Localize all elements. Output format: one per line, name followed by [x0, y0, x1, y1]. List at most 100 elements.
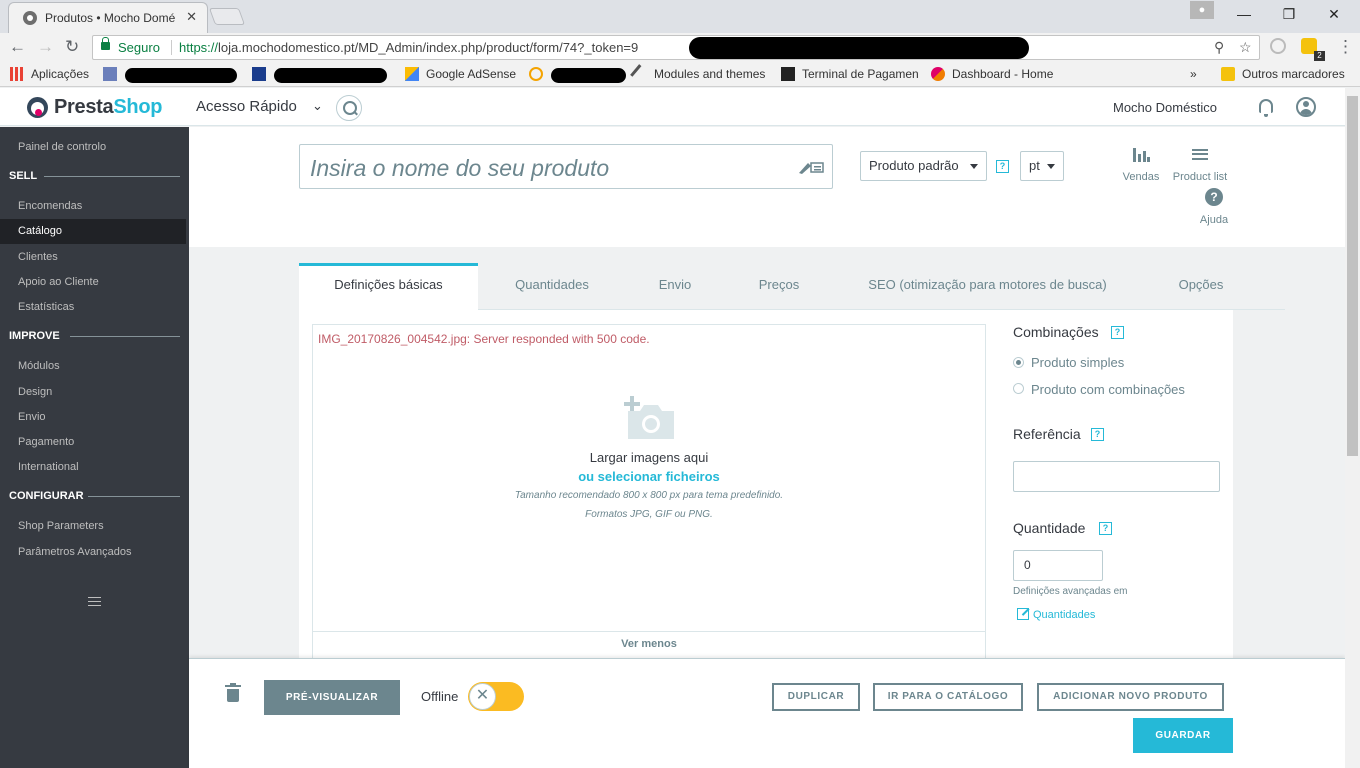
bookmark-search-console[interactable]: [103, 67, 124, 81]
save-button[interactable]: GUARDAR: [1133, 718, 1233, 753]
bookmark-dashboard[interactable]: Dashboard - Home: [931, 67, 1053, 81]
trash-icon[interactable]: [225, 683, 241, 702]
quantities-link[interactable]: Quantidades: [1033, 609, 1095, 621]
bookmark-star-icon[interactable]: ☆: [1239, 39, 1252, 56]
language-select[interactable]: pt: [1020, 151, 1064, 181]
tab-shipping[interactable]: Envio: [644, 263, 706, 310]
url-text[interactable]: https://loja.mochodomestico.pt/MD_Admin/…: [179, 40, 638, 55]
sidebar-collapse-icon[interactable]: [88, 597, 101, 606]
tab-seo[interactable]: SEO (otimização para motores de busca): [859, 263, 1116, 310]
help-icon[interactable]: ?: [1099, 522, 1112, 535]
bookmark-modules[interactable]: Modules and themes: [630, 64, 766, 84]
product-list-icon[interactable]: [1192, 149, 1208, 160]
external-link-icon[interactable]: [1017, 608, 1029, 620]
tab-options[interactable]: Opções: [1169, 263, 1233, 310]
window-minimize-button[interactable]: —: [1232, 4, 1256, 24]
sidebar-item-shipping[interactable]: Envio: [18, 411, 46, 423]
tab-quantities[interactable]: Quantidades: [499, 263, 605, 310]
product-list-link[interactable]: Product list: [1169, 171, 1231, 183]
combinations-product-label[interactable]: Produto com combinações: [1031, 382, 1185, 397]
add-photo-icon: [624, 396, 674, 439]
bookmark-adsense[interactable]: Google AdSense: [405, 67, 516, 81]
help-icon[interactable]: ?: [996, 160, 1009, 173]
duplicate-button[interactable]: DUPLICAR: [772, 683, 860, 711]
sidebar-section-improve: IMPROVE: [9, 330, 60, 342]
sidebar-item-orders[interactable]: Encomendas: [18, 200, 82, 212]
user-account-icon[interactable]: [1296, 97, 1316, 117]
sidebar-item-dashboard[interactable]: Painel de controlo: [18, 141, 106, 153]
sidebar-item-customers[interactable]: Clientes: [18, 251, 58, 263]
bookmark-label: Modules and themes: [654, 67, 766, 81]
address-bar[interactable]: Seguro https://loja.mochodomestico.pt/MD…: [92, 35, 1260, 60]
sales-chart-icon[interactable]: [1133, 148, 1150, 162]
preview-button[interactable]: PRÉ-VISUALIZAR: [264, 680, 400, 715]
product-footer-bar: PRÉ-VISUALIZAR Offline ✕ DUPLICAR IR PAR…: [189, 658, 1345, 768]
simple-product-label[interactable]: Produto simples: [1031, 355, 1124, 370]
simple-product-radio[interactable]: [1013, 357, 1024, 368]
sidebar-item-modules[interactable]: Módulos: [18, 360, 60, 372]
help-circle-icon[interactable]: ?: [1205, 188, 1223, 206]
image-dropzone[interactable]: IMG_20170826_004542.jpg: Server responde…: [312, 324, 986, 658]
bookmark-icon: [529, 67, 543, 81]
admin-header: PrestaShop Acesso Rápido ⌄ Mocho Domésti…: [0, 88, 1345, 126]
window-close-button[interactable]: ✕: [1322, 4, 1346, 24]
caret-down-icon: [1047, 164, 1055, 169]
reference-input[interactable]: [1013, 461, 1220, 492]
sidebar-item-shop-parameters[interactable]: Shop Parameters: [18, 520, 104, 532]
sidebar-item-customer-service[interactable]: Apoio ao Cliente: [18, 276, 99, 288]
page-scrollbar[interactable]: [1345, 88, 1360, 768]
sales-link[interactable]: Vendas: [1121, 171, 1161, 183]
shop-name-link[interactable]: Mocho Doméstico: [1113, 100, 1217, 115]
bookmark-redacted[interactable]: [529, 67, 550, 81]
new-tab-button[interactable]: [208, 8, 246, 25]
recommended-size-hint: Tamanho recomendado 800 x 800 px para te…: [514, 490, 784, 501]
help-link[interactable]: Ajuda: [1194, 214, 1234, 226]
reload-icon[interactable]: ↻: [65, 37, 79, 57]
bookmark-terminal[interactable]: Terminal de Pagamen: [781, 67, 919, 81]
chevron-down-icon[interactable]: ⌄: [312, 98, 323, 114]
select-files-link[interactable]: ou selecionar ficheiros: [313, 469, 985, 484]
product-type-value: Produto padrão: [869, 158, 959, 173]
help-icon[interactable]: ?: [1111, 326, 1124, 339]
show-less-button[interactable]: Ver menos: [313, 631, 985, 659]
sidebar-section-sell: SELL: [9, 170, 38, 182]
bookmark-apps[interactable]: Aplicações: [10, 67, 89, 81]
close-tab-icon[interactable]: ✕: [186, 9, 197, 25]
prestashop-favicon-icon: [23, 11, 37, 25]
tab-basic-settings[interactable]: Definições básicas: [299, 263, 478, 310]
browser-profile-icon[interactable]: ●: [1190, 1, 1214, 19]
back-arrow-icon[interactable]: ←: [9, 37, 26, 57]
sidebar-item-payment[interactable]: Pagamento: [18, 436, 74, 448]
scrollbar-thumb[interactable]: [1347, 96, 1358, 456]
quantity-input[interactable]: 0: [1013, 550, 1103, 581]
browser-tab-title: Produtos • Mocho Domé: [45, 11, 176, 25]
sidebar-item-stats[interactable]: Estatísticas: [18, 301, 74, 313]
bookmark-redacted[interactable]: [252, 67, 273, 81]
skype-extension-icon[interactable]: [1270, 38, 1286, 54]
sidebar-item-catalog[interactable]: Catálogo: [18, 225, 62, 237]
help-icon[interactable]: ?: [1091, 428, 1104, 441]
sidebar-item-advanced-parameters[interactable]: Parâmetros Avançados: [18, 546, 132, 558]
prestashop-logo[interactable]: PrestaShop: [54, 96, 162, 119]
sidebar-item-international[interactable]: International: [18, 461, 79, 473]
zoom-icon[interactable]: ⚲: [1214, 39, 1224, 56]
product-type-select[interactable]: Produto padrão: [860, 151, 987, 181]
upload-error-message: IMG_20170826_004542.jpg: Server responde…: [318, 332, 650, 346]
bell-icon[interactable]: [1259, 99, 1273, 117]
go-to-catalog-button[interactable]: IR PARA O CATÁLOGO: [873, 683, 1023, 711]
window-maximize-button[interactable]: ❐: [1277, 4, 1301, 24]
forward-arrow-icon[interactable]: →: [37, 37, 54, 57]
search-icon[interactable]: [336, 95, 362, 121]
product-name-input[interactable]: Insira o nome do seu produto: [299, 144, 833, 189]
quick-access-menu[interactable]: Acesso Rápido: [196, 98, 297, 115]
online-toggle[interactable]: ✕: [468, 682, 524, 711]
browser-tab[interactable]: Produtos • Mocho Domé ✕: [8, 2, 208, 33]
prestashop-logo-icon[interactable]: [27, 97, 48, 118]
browser-menu-icon[interactable]: ⋮: [1337, 37, 1354, 57]
bookmarks-overflow-icon[interactable]: »: [1190, 67, 1197, 81]
sidebar-item-design[interactable]: Design: [18, 386, 52, 398]
bookmark-other[interactable]: Outros marcadores: [1221, 67, 1345, 81]
combinations-product-radio[interactable]: [1013, 383, 1024, 394]
add-new-product-button[interactable]: ADICIONAR NOVO PRODUTO: [1037, 683, 1224, 711]
tab-pricing[interactable]: Preços: [747, 263, 811, 310]
